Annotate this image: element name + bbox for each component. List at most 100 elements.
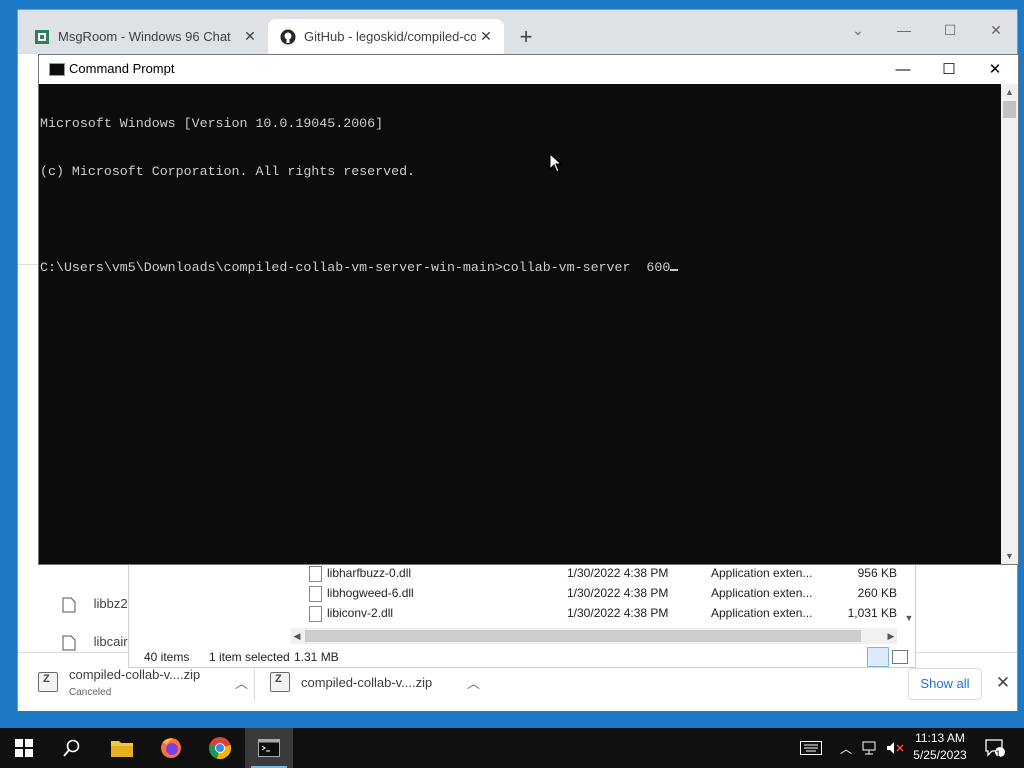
notifications-button[interactable]: 1: [980, 728, 1010, 768]
taskbar-chrome[interactable]: [196, 728, 244, 768]
volume-muted-icon[interactable]: [884, 728, 906, 768]
scrollbar-thumb[interactable]: [1003, 101, 1016, 118]
console-prompt-line: C:\Users\vm5\Downloads\compiled-collab-v…: [39, 260, 1001, 276]
taskbar-command-prompt[interactable]: [245, 728, 293, 768]
selected-size: 1.31 MB: [294, 650, 339, 664]
file-name: libiconv-2.dll: [327, 606, 394, 620]
scroll-up-icon[interactable]: ▲: [1001, 84, 1018, 100]
mouse-pointer-icon: [549, 153, 563, 173]
selected-count: 1 item selected: [209, 650, 290, 664]
tab-title: MsgRoom - Windows 96 Chat: [58, 29, 231, 44]
file-explorer-window: libharfbuzz-0.dll 1/30/2022 4:38 PM Appl…: [128, 560, 916, 668]
windows-logo-icon: [15, 739, 33, 757]
msgroom-icon: [34, 29, 50, 45]
file-size: 956 KB: [857, 566, 897, 580]
file-type: Application exten...: [711, 586, 813, 600]
vertical-scrollbar[interactable]: ▼: [903, 561, 915, 623]
tab-github[interactable]: GitHub - legoskid/compiled-coll ✕: [268, 19, 504, 54]
horizontal-scrollbar[interactable]: ◀ ▶: [291, 628, 897, 644]
divider: [254, 663, 255, 701]
zip-file-icon: [38, 672, 58, 692]
scroll-down-icon[interactable]: ▼: [1001, 548, 1018, 564]
minimize-button[interactable]: —: [881, 16, 927, 44]
taskbar: ︿ 11:13 AM 5/25/2023 1: [0, 728, 1024, 768]
file-date: 1/30/2022 4:38 PM: [567, 606, 669, 620]
show-all-button[interactable]: Show all: [908, 668, 982, 700]
zip-file-icon: [270, 672, 290, 692]
chevron-up-icon[interactable]: ︿: [836, 728, 856, 768]
file-type: Application exten...: [711, 606, 813, 620]
dll-file-icon: [309, 566, 322, 582]
file-type: Application exten...: [711, 566, 813, 580]
file-icon: [62, 635, 76, 651]
download-filename: compiled-collab-v....zip: [301, 674, 433, 690]
scrollbar-thumb[interactable]: [305, 630, 861, 642]
tab-strip: MsgRoom - Windows 96 Chat ✕ GitHub - leg…: [18, 10, 1017, 54]
tab-search-button[interactable]: ⌄: [835, 16, 881, 44]
system-clock[interactable]: 11:13 AM 5/25/2023: [905, 730, 975, 766]
taskbar-firefox[interactable]: [147, 728, 195, 768]
maximize-button[interactable]: ☐: [926, 55, 972, 84]
scroll-left-icon[interactable]: ◀: [291, 628, 303, 644]
dll-file-icon: [309, 586, 322, 602]
chevron-up-icon[interactable]: ︿: [467, 673, 480, 692]
vertical-scrollbar[interactable]: ▲ ▼: [1001, 84, 1018, 564]
details-view-icon[interactable]: [867, 647, 889, 667]
maximize-button[interactable]: ☐: [927, 16, 973, 44]
text-cursor: [670, 269, 679, 271]
cmd-title-bar[interactable]: Command Prompt — ☐ ✕: [39, 55, 1018, 84]
notification-count: 1: [995, 749, 1001, 759]
taskbar-file-explorer[interactable]: [98, 728, 146, 768]
start-button[interactable]: [0, 728, 48, 768]
network-icon[interactable]: [860, 728, 882, 768]
sidebar-file-libbz2[interactable]: libbz2-: [62, 596, 132, 613]
firefox-icon: [161, 738, 181, 758]
scroll-down-icon[interactable]: ▼: [903, 613, 915, 623]
close-tab-icon[interactable]: ✕: [240, 28, 260, 45]
file-date: 1/30/2022 4:38 PM: [567, 586, 669, 600]
console-command: C:\Users\vm5\Downloads\compiled-collab-v…: [40, 260, 671, 275]
cmd-icon: [258, 739, 280, 757]
item-count: 40 items: [144, 650, 190, 664]
scroll-right-icon[interactable]: ▶: [885, 628, 897, 644]
cmd-icon: [49, 63, 65, 76]
download-status: Canceled: [69, 686, 112, 698]
new-tab-button[interactable]: +: [512, 24, 540, 52]
file-size: 260 KB: [857, 586, 897, 600]
file-icon: [62, 597, 76, 613]
file-size: 1,031 KB: [847, 606, 897, 620]
sidebar-file-label: libbz2-: [93, 596, 132, 611]
console-line: Microsoft Windows [Version 10.0.19045.20…: [40, 116, 384, 131]
sidebar-file-libcairo[interactable]: libcairo: [62, 634, 135, 651]
minimize-button[interactable]: —: [880, 55, 926, 84]
keyboard-icon[interactable]: [796, 728, 826, 768]
console-line: (c) Microsoft Corporation. All rights re…: [40, 164, 416, 179]
command-prompt-window[interactable]: Command Prompt — ☐ ✕ Microsoft Windows […: [38, 54, 1019, 565]
file-row[interactable]: libiconv-2.dll 1/30/2022 4:38 PM Applica…: [309, 603, 899, 623]
tab-msgroom[interactable]: MsgRoom - Windows 96 Chat ✕: [22, 19, 268, 54]
file-row[interactable]: libhogweed-6.dll 1/30/2022 4:38 PM Appli…: [309, 583, 899, 603]
search-icon: [63, 739, 80, 757]
file-name: libharfbuzz-0.dll: [327, 566, 412, 580]
chevron-up-icon[interactable]: ︿: [235, 673, 248, 692]
dll-file-icon: [309, 606, 322, 622]
clock-time: 11:13 AM: [915, 731, 965, 745]
window-title: Command Prompt: [69, 61, 175, 76]
large-icons-view-icon[interactable]: [892, 650, 908, 664]
close-button[interactable]: ✕: [972, 55, 1018, 84]
file-name: libhogweed-6.dll: [327, 586, 414, 600]
file-date: 1/30/2022 4:38 PM: [567, 566, 669, 580]
download-filename: compiled-collab-v....zip: [69, 666, 201, 682]
close-tab-icon[interactable]: ✕: [476, 28, 496, 45]
folder-icon: [111, 741, 133, 757]
clock-date: 5/25/2023: [913, 748, 967, 762]
file-row[interactable]: libharfbuzz-0.dll 1/30/2022 4:38 PM Appl…: [309, 563, 899, 583]
status-bar: 40 items 1 item selected 1.31 MB: [129, 647, 915, 667]
console-output[interactable]: Microsoft Windows [Version 10.0.19045.20…: [39, 84, 1001, 564]
close-window-button[interactable]: ✕: [973, 16, 1019, 44]
close-download-bar-button[interactable]: ✕: [990, 668, 1016, 698]
search-button[interactable]: [48, 728, 96, 768]
chrome-icon: [209, 737, 232, 760]
tab-title: GitHub - legoskid/compiled-coll: [304, 29, 476, 44]
